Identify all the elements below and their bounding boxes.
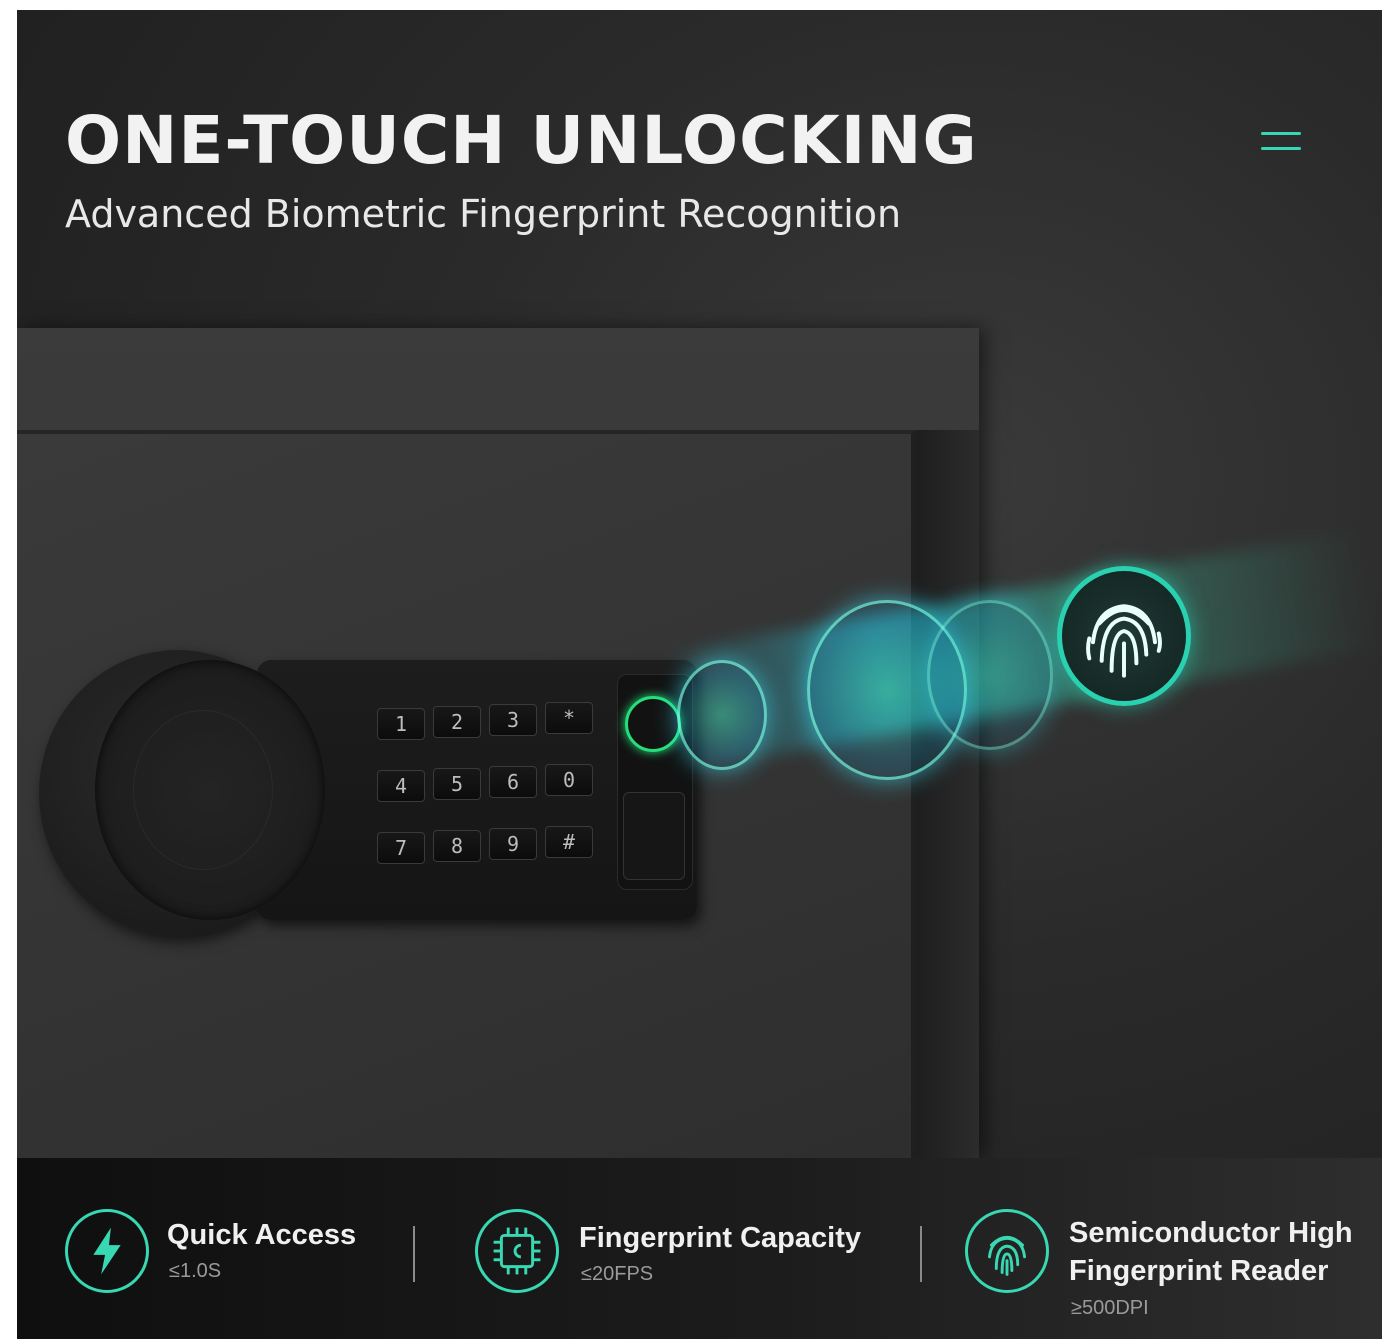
keypad-key: 2	[433, 706, 481, 738]
feature-value: ≥500DPI	[1071, 1297, 1149, 1319]
keypad-key: 3	[489, 704, 537, 736]
divider	[920, 1226, 922, 1282]
keypad-key: 7	[377, 832, 425, 864]
keypad-key: *	[545, 702, 593, 734]
keypad-key: #	[545, 826, 593, 858]
keypad-key: 5	[433, 768, 481, 800]
keypad-key: 8	[433, 830, 481, 862]
feature-value: ≤20FPS	[581, 1263, 654, 1285]
keypad-key: 0	[545, 764, 593, 796]
keypad-key: 9	[489, 828, 537, 860]
menu-icon[interactable]	[1261, 132, 1301, 158]
divider	[413, 1226, 415, 1282]
product-image: ONE-TOUCH UNLOCKING Advanced Biometric F…	[17, 10, 1382, 1339]
feature-title: Fingerprint Capacity	[579, 1222, 861, 1254]
fingerprint-icon	[1086, 604, 1162, 678]
feature-title: Quick Access	[167, 1219, 357, 1251]
keypad-key: 6	[489, 766, 537, 798]
safe-side-panel	[917, 430, 979, 1158]
chip-icon	[475, 1209, 559, 1293]
fingerprint-icon	[965, 1209, 1049, 1293]
lightning-icon	[65, 1209, 149, 1293]
scan-lens	[927, 600, 1053, 750]
fingerprint-badge	[1057, 566, 1191, 706]
scan-lens	[677, 660, 767, 770]
battery-door	[623, 792, 685, 880]
feature-title-line2: Fingerprint Reader	[1069, 1255, 1329, 1287]
feature-value: ≤1.0S	[169, 1260, 222, 1282]
keypad-key: 4	[377, 770, 425, 802]
keypad-key: 1	[377, 708, 425, 740]
feature-title-line1: Semiconductor High	[1069, 1217, 1353, 1249]
page-subtitle: Advanced Biometric Fingerprint Recogniti…	[65, 192, 902, 236]
safe-knob-face	[133, 710, 273, 870]
page-title: ONE-TOUCH UNLOCKING	[65, 102, 978, 179]
